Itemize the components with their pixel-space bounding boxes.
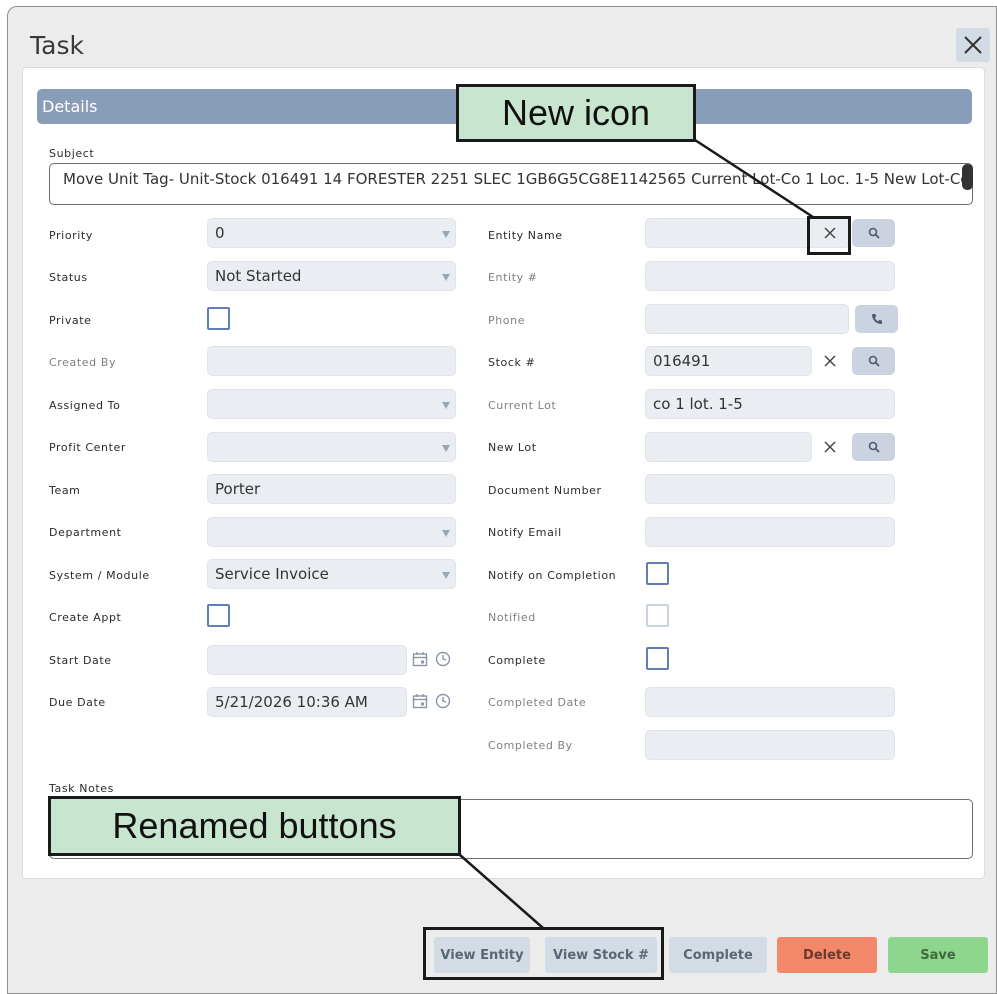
chevron-down-icon	[442, 445, 450, 452]
private-checkbox[interactable]	[207, 307, 230, 330]
callout-new-icon: New icon	[456, 84, 696, 142]
profit-center-select[interactable]	[207, 432, 456, 462]
chevron-down-icon	[442, 274, 450, 281]
priority-value: 0	[215, 224, 225, 242]
new-lot-search-button[interactable]	[852, 433, 895, 461]
search-icon	[868, 441, 880, 453]
complete-checkbox[interactable]	[646, 647, 669, 670]
notify-on-completion-label: Notify on Completion	[488, 569, 617, 582]
details-panel: Details Subject Move Unit Tag- Unit-Stoc…	[22, 67, 985, 879]
department-select[interactable]	[207, 517, 456, 547]
completed-by-label: Completed By	[488, 739, 573, 752]
start-date-field[interactable]	[207, 645, 407, 675]
completed-by-field	[645, 730, 895, 760]
subject-scrollbar[interactable]	[962, 164, 973, 190]
stock-number-label: Stock #	[488, 356, 536, 369]
private-label: Private	[49, 314, 92, 327]
profit-center-label: Profit Center	[49, 441, 127, 454]
subject-value: Move Unit Tag- Unit-Stock 016491 14 FORE…	[63, 170, 970, 188]
entity-name-label: Entity Name	[488, 229, 563, 242]
highlight-renamed-buttons	[423, 927, 664, 980]
due-date-field[interactable]: 5/21/2026 10:36 AM	[207, 687, 407, 717]
current-lot-field: co 1 lot. 1-5	[645, 389, 895, 419]
system-module-label: System / Module	[49, 569, 150, 582]
search-icon	[868, 355, 880, 367]
calendar-icon[interactable]	[412, 693, 428, 709]
document-number-label: Document Number	[488, 484, 602, 497]
dialog-title: Task	[30, 31, 84, 60]
document-number-field[interactable]	[645, 474, 895, 504]
new-lot-label: New Lot	[488, 441, 537, 454]
priority-select[interactable]: 0	[207, 218, 456, 248]
created-by-field	[207, 346, 456, 376]
clock-icon[interactable]	[435, 651, 451, 667]
status-select[interactable]: Not Started	[207, 261, 456, 291]
team-label: Team	[49, 484, 81, 497]
department-label: Department	[49, 526, 122, 539]
calendar-icon[interactable]	[412, 651, 428, 667]
notify-email-label: Notify Email	[488, 526, 562, 539]
save-button[interactable]: Save	[888, 937, 988, 973]
start-date-label: Start Date	[49, 654, 112, 667]
due-date-value: 5/21/2026 10:36 AM	[215, 693, 368, 711]
priority-label: Priority	[49, 229, 93, 242]
search-icon	[868, 227, 880, 239]
team-value: Porter	[215, 480, 261, 498]
notify-email-field[interactable]	[645, 517, 895, 547]
highlight-new-icon	[807, 216, 851, 255]
callout-renamed-buttons: Renamed buttons	[48, 796, 461, 856]
close-icon	[964, 36, 982, 54]
stock-number-value: 016491	[653, 352, 711, 370]
created-by-label: Created By	[49, 356, 117, 369]
system-module-select[interactable]: Service Invoice	[207, 559, 456, 589]
stock-number-field[interactable]: 016491	[645, 346, 812, 376]
due-date-label: Due Date	[49, 696, 106, 709]
close-button[interactable]	[956, 28, 990, 62]
completed-date-field	[645, 687, 895, 717]
complete-button[interactable]: Complete	[669, 937, 767, 973]
assigned-to-label: Assigned To	[49, 399, 121, 412]
notify-on-completion-checkbox[interactable]	[646, 562, 669, 585]
complete-label: Complete	[488, 654, 546, 667]
delete-button[interactable]: Delete	[777, 937, 877, 973]
team-field[interactable]: Porter	[207, 474, 456, 504]
clock-icon[interactable]	[435, 693, 451, 709]
due-date-pickers	[412, 693, 451, 709]
completed-date-label: Completed Date	[488, 696, 587, 709]
stock-search-button[interactable]	[852, 347, 895, 375]
phone-icon	[871, 314, 882, 324]
status-label: Status	[49, 271, 88, 284]
phone-field	[645, 304, 849, 334]
x-icon	[824, 355, 836, 367]
entity-number-label: Entity #	[488, 271, 538, 284]
new-lot-field[interactable]	[645, 432, 812, 462]
notified-checkbox	[646, 604, 669, 627]
current-lot-label: Current Lot	[488, 399, 557, 412]
status-value: Not Started	[215, 267, 302, 285]
start-date-pickers	[412, 651, 451, 667]
clear-new-lot-button[interactable]	[818, 435, 842, 459]
chevron-down-icon	[442, 231, 450, 238]
subject-field[interactable]: Move Unit Tag- Unit-Stock 016491 14 FORE…	[49, 163, 973, 205]
assigned-to-select[interactable]	[207, 389, 456, 419]
chevron-down-icon	[442, 572, 450, 579]
current-lot-value: co 1 lot. 1-5	[653, 395, 743, 413]
task-notes-label: Task Notes	[49, 782, 115, 795]
chevron-down-icon	[442, 530, 450, 537]
chevron-down-icon	[442, 402, 450, 409]
clear-stock-button[interactable]	[818, 349, 842, 373]
notified-label: Notified	[488, 611, 536, 624]
create-appt-checkbox[interactable]	[207, 604, 230, 627]
subject-label: Subject	[49, 147, 95, 160]
create-appt-label: Create Appt	[49, 611, 122, 624]
phone-label: Phone	[488, 314, 526, 327]
x-icon	[824, 441, 836, 453]
entity-search-button[interactable]	[852, 219, 895, 247]
system-module-value: Service Invoice	[215, 565, 329, 583]
entity-number-field	[645, 261, 895, 291]
call-phone-button[interactable]	[855, 305, 898, 333]
